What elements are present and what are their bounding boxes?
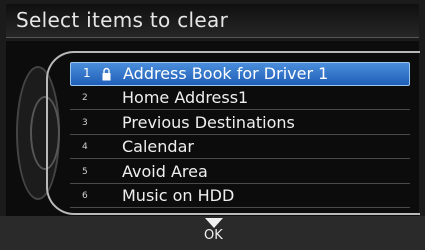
footer-bar: OK (0, 216, 425, 250)
list-item-previous-destinations[interactable]: 3 Previous Destinations (70, 112, 410, 135)
item-number: 3 (82, 117, 88, 128)
list-item-calendar[interactable]: 4 Calendar (70, 136, 410, 160)
item-label: Music on HDD (122, 185, 235, 205)
list-item-avoid-area[interactable]: 5 Avoid Area (70, 161, 410, 184)
item-label: Home Address1 (122, 88, 249, 108)
down-arrow-icon (205, 218, 223, 228)
item-label: Calendar (122, 137, 194, 157)
lock-icon (102, 67, 111, 81)
list-item-music-on-hdd[interactable]: 6 Music on HDD (70, 185, 410, 208)
clear-items-list: 1 Address Book for Driver 1 2 Home Addre… (70, 62, 410, 209)
item-label: Avoid Area (122, 161, 208, 181)
ok-button[interactable]: OK (204, 228, 223, 243)
title-bar: Select items to clear (6, 4, 419, 38)
page-title: Select items to clear (16, 8, 229, 32)
item-number: 1 (83, 66, 91, 80)
item-label: Previous Destinations (122, 112, 295, 132)
item-number: 5 (82, 166, 88, 177)
list-item-home-address[interactable]: 2 Home Address1 (70, 87, 410, 111)
item-number: 4 (82, 142, 88, 153)
item-list-panel: 1 Address Book for Driver 1 2 Home Addre… (6, 41, 420, 216)
item-number: 2 (82, 93, 88, 104)
item-label: Address Book for Driver 1 (123, 64, 329, 83)
list-item-address-book[interactable]: 1 Address Book for Driver 1 (70, 62, 410, 86)
item-number: 6 (82, 190, 88, 201)
